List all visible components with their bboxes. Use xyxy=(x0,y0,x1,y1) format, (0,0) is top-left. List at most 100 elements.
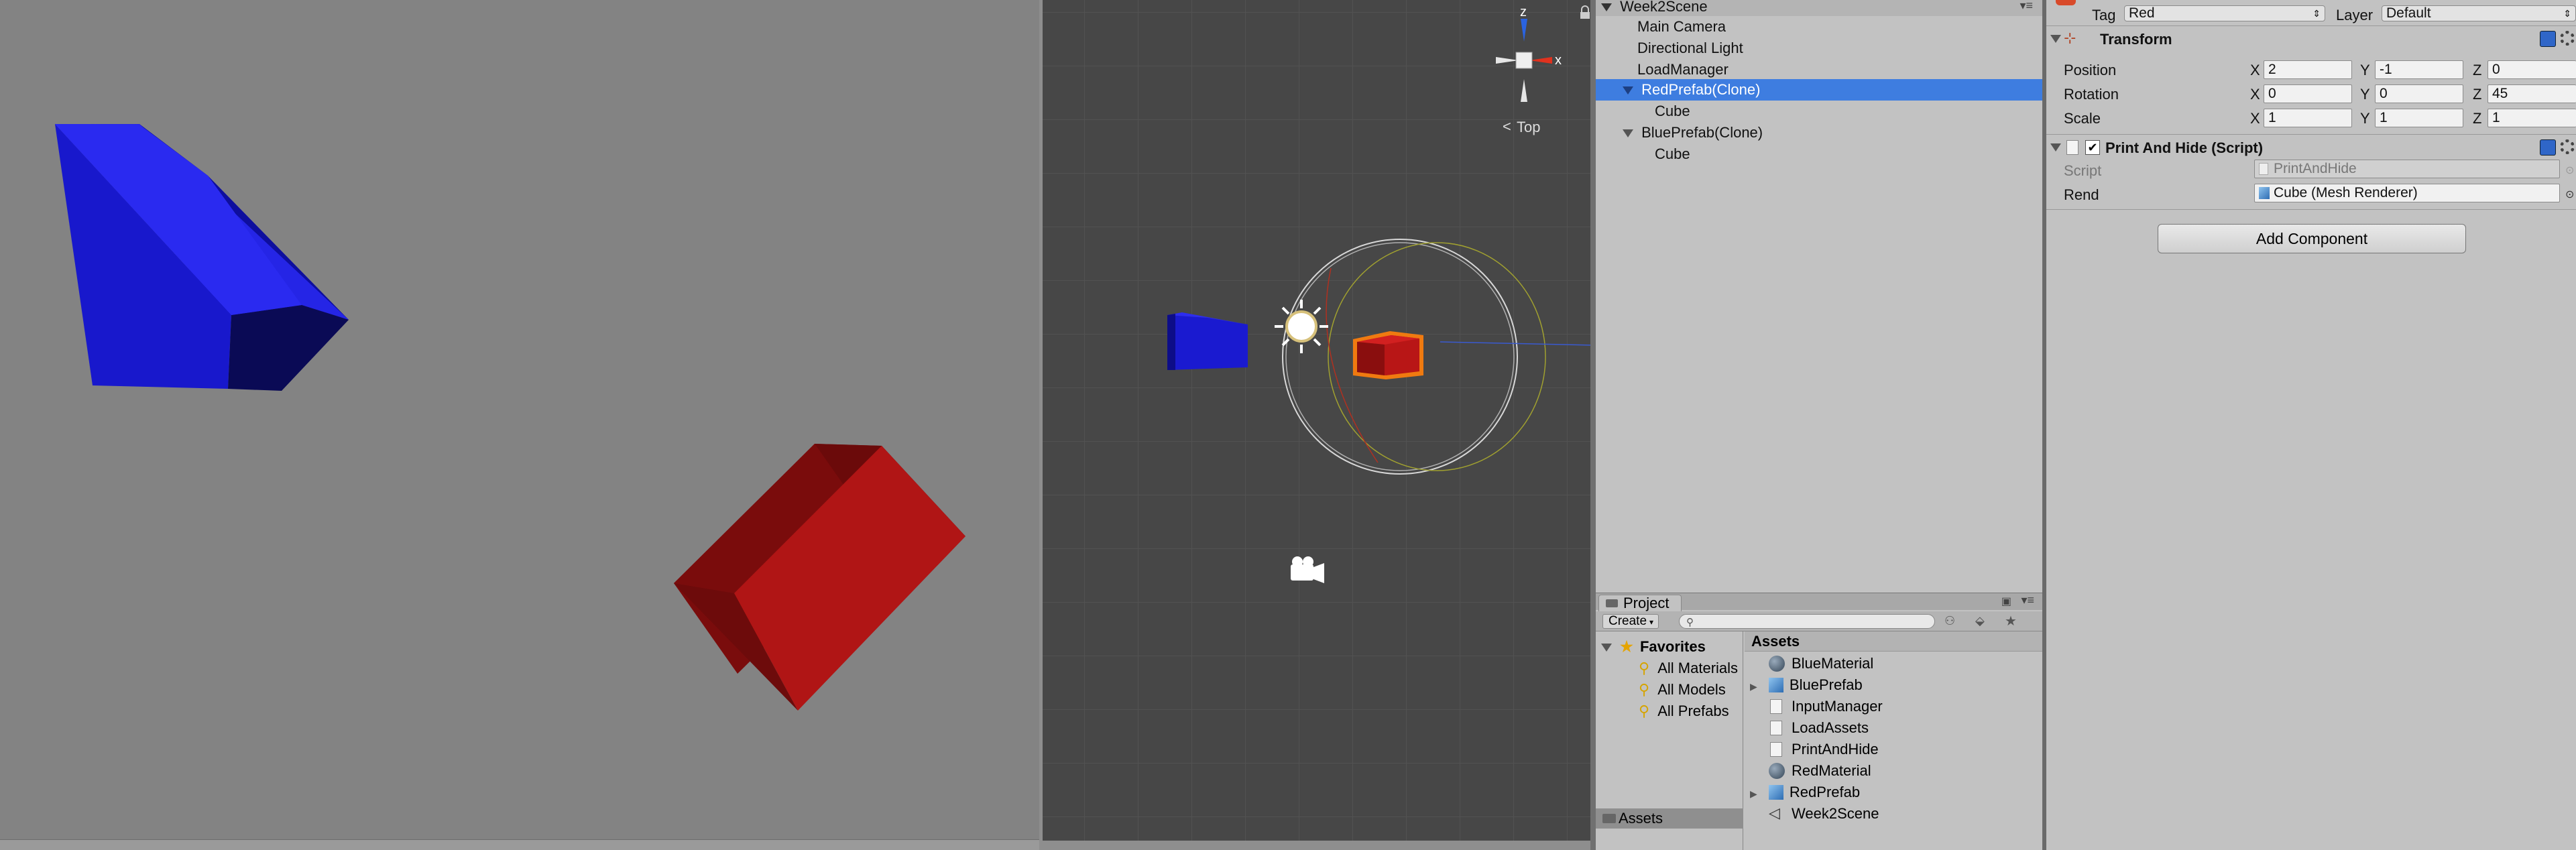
hierarchy-item[interactable]: Main Camera xyxy=(1596,16,2042,38)
rend-field[interactable]: Cube (Mesh Renderer) xyxy=(2254,184,2560,202)
scene-view[interactable]: z x < Top xyxy=(1043,0,1593,841)
scene-blue-cube[interactable] xyxy=(1167,312,1248,370)
search-icon: ⚲ xyxy=(1686,617,1694,628)
collapse-triangle-icon[interactable] xyxy=(1601,644,1612,652)
hierarchy-item[interactable]: Cube xyxy=(1596,143,2042,165)
menu-icon[interactable]: ▾≡ xyxy=(2019,0,2033,12)
help-icon[interactable] xyxy=(2540,31,2556,47)
project-toolbar: Create ▾ ⚲ ⚇ ⬙ ★ xyxy=(1596,611,2042,631)
camera-icon[interactable] xyxy=(1291,556,1324,583)
rotation-gizmo[interactable] xyxy=(1282,239,1593,475)
asset-item[interactable]: ◁ Week2Scene xyxy=(1769,803,1879,825)
help-icon[interactable] xyxy=(2540,139,2556,156)
rotation-y-field[interactable]: 0 xyxy=(2375,84,2463,103)
expand-arrow-icon[interactable]: ▶ xyxy=(1750,681,1757,692)
asset-item[interactable]: InputManager xyxy=(1769,696,1883,717)
hierarchy-panel: Week2Scene ▾≡ Main Camera Directional Li… xyxy=(1596,0,2042,593)
tag-dropdown[interactable]: Red ⇕ xyxy=(2124,5,2325,21)
assets-folder-item[interactable]: Assets xyxy=(1596,808,1743,829)
filter-by-type-icon[interactable]: ⚇ xyxy=(1944,614,1955,628)
scale-x-field[interactable]: 1 xyxy=(2264,109,2352,127)
scale-y-field[interactable]: 1 xyxy=(2375,109,2463,127)
scene-red-cube[interactable] xyxy=(1353,331,1423,379)
rotation-z-field[interactable]: 45 xyxy=(2487,84,2576,103)
gameobject-icon xyxy=(2056,0,2076,5)
menu-icon[interactable]: ▾≡ xyxy=(2021,593,2034,607)
add-component-button[interactable]: Add Component xyxy=(2158,224,2466,253)
inspector-panel: Tag Red ⇕ Layer Default ⇕ ⊹ Transform Po… xyxy=(2046,0,2576,850)
script-component-header[interactable]: ✔ Print And Hide (Script) xyxy=(2046,137,2576,158)
object-picker-icon: ⊙ xyxy=(2565,165,2575,176)
lock-icon[interactable]: ▣ xyxy=(2001,595,2011,608)
rotation-x-field[interactable]: 0 xyxy=(2264,84,2352,103)
asset-item[interactable]: LoadAssets xyxy=(1769,717,1869,739)
layer-dropdown[interactable]: Default ⇕ xyxy=(2382,5,2576,21)
expand-triangle-icon[interactable] xyxy=(1623,129,1633,138)
hierarchy-item[interactable]: BluePrefab(Clone) xyxy=(1596,122,2042,143)
axis-z-label: Z xyxy=(2473,86,2482,103)
gizmo-x-axis xyxy=(1529,57,1552,64)
mesh-renderer-icon xyxy=(2259,187,2270,199)
axis-z-label: Z xyxy=(2473,110,2482,127)
panel-divider[interactable] xyxy=(1590,0,1596,850)
asset-item[interactable]: RedMaterial xyxy=(1769,760,1871,782)
prefab-cube-icon xyxy=(1769,678,1783,692)
tag-label: Tag xyxy=(2092,7,2116,23)
search-icon: ⚲ xyxy=(1639,681,1650,698)
position-y-field[interactable]: -1 xyxy=(2375,60,2463,79)
script-icon xyxy=(1770,699,1782,714)
favorite-item[interactable]: ⚲ All Models xyxy=(1639,681,1726,701)
position-x-field[interactable]: 2 xyxy=(2264,60,2352,79)
game-view-canvas xyxy=(55,124,965,711)
directional-light-icon[interactable] xyxy=(1275,300,1328,353)
script-icon xyxy=(2259,163,2268,175)
layer-label: Layer xyxy=(2336,7,2374,23)
gear-icon[interactable] xyxy=(2560,139,2575,154)
script-icon xyxy=(2066,140,2079,155)
updown-arrows-icon: ⇕ xyxy=(2563,8,2571,19)
hierarchy-item-selected[interactable]: RedPrefab(Clone) xyxy=(1596,79,2042,101)
lock-icon[interactable] xyxy=(1580,5,1590,19)
object-picker-icon[interactable]: ⊙ xyxy=(2565,188,2574,201)
assets-list: Assets BlueMaterial ▶ BluePrefab InputMa… xyxy=(1745,631,2042,850)
script-icon xyxy=(1770,721,1782,735)
tab-project[interactable]: Project xyxy=(1598,595,1682,612)
scene-header[interactable]: Week2Scene ▾≡ xyxy=(1596,0,2042,16)
asset-item[interactable]: BlueMaterial xyxy=(1769,653,1873,674)
game-view-footer xyxy=(0,839,1039,850)
project-panel: Project ▣ ▾≡ Create ▾ ⚲ ⚇ ⬙ ★ ★ Favorites… xyxy=(1596,593,2042,850)
favorite-star-icon[interactable]: ★ xyxy=(2005,613,2017,629)
asset-item[interactable]: ▶ BluePrefab xyxy=(1750,674,1863,696)
hierarchy-item[interactable]: Directional Light xyxy=(1596,38,2042,59)
scale-z-field[interactable]: 1 xyxy=(2487,109,2576,127)
axis-x-label: X xyxy=(2250,86,2260,103)
hierarchy-item[interactable]: Cube xyxy=(1596,101,2042,122)
gear-icon[interactable] xyxy=(2560,31,2575,46)
view-label[interactable]: < Top xyxy=(1503,118,1540,135)
collapse-triangle-icon[interactable] xyxy=(1601,3,1612,12)
orientation-gizmo[interactable]: z x xyxy=(1496,5,1562,102)
expand-arrow-icon[interactable]: ▶ xyxy=(1750,788,1757,799)
updown-arrows-icon: ⇕ xyxy=(2312,8,2321,19)
search-input[interactable]: ⚲ xyxy=(1679,614,1935,629)
asset-item[interactable]: PrintAndHide xyxy=(1769,739,1879,760)
filter-by-label-icon[interactable]: ⬙ xyxy=(1975,614,1985,628)
axis-y-label: Y xyxy=(2360,86,2370,103)
hierarchy-item[interactable]: LoadManager xyxy=(1596,59,2042,80)
enabled-checkbox[interactable]: ✔ xyxy=(2085,140,2100,155)
position-z-field[interactable]: 0 xyxy=(2487,60,2576,79)
expand-triangle-icon[interactable] xyxy=(1623,86,1633,95)
axis-x-label: X xyxy=(2250,110,2260,127)
asset-item[interactable]: ▶ RedPrefab xyxy=(1750,782,1860,803)
favorite-item[interactable]: ⚲ All Materials xyxy=(1639,660,1738,680)
create-button[interactable]: Create ▾ xyxy=(1602,614,1659,629)
transform-header[interactable]: ⊹ Transform xyxy=(2046,28,2576,50)
collapse-triangle-icon[interactable] xyxy=(2050,35,2061,43)
favorite-item[interactable]: ⚲ All Prefabs xyxy=(1639,703,1729,723)
material-sphere-icon xyxy=(1769,763,1785,779)
collapse-triangle-icon[interactable] xyxy=(2050,143,2061,151)
axis-z-label: Z xyxy=(2473,62,2482,78)
favorites-header[interactable]: ★ Favorites xyxy=(1601,638,1706,658)
game-view[interactable] xyxy=(0,0,1039,839)
search-icon: ⚲ xyxy=(1639,660,1650,676)
